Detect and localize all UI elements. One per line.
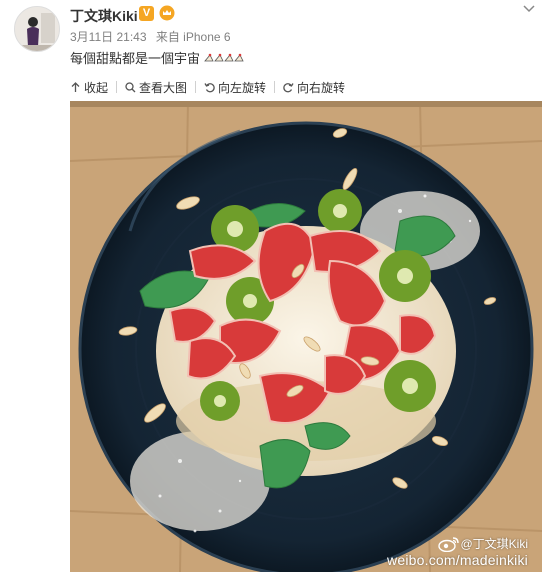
rotate-right-label: 向右旋转 bbox=[297, 80, 346, 95]
divider bbox=[116, 81, 118, 93]
cake-emoji-icons bbox=[203, 52, 244, 67]
rotate-left-icon bbox=[204, 82, 215, 92]
image-toolbar: 收起 查看大图 向左旋转 向右旋转 bbox=[70, 78, 345, 96]
post-date[interactable]: 3月11日 21:43 bbox=[70, 30, 147, 44]
rotate-right-button[interactable]: 向右旋转 bbox=[283, 79, 345, 96]
divider bbox=[195, 81, 197, 93]
collapse-label: 收起 bbox=[84, 80, 109, 95]
avatar[interactable] bbox=[14, 6, 60, 52]
view-large-label: 查看大图 bbox=[139, 80, 188, 95]
view-large-button[interactable]: 查看大图 bbox=[125, 79, 187, 96]
post-text: 每個甜點都是一個宇宙 bbox=[70, 48, 244, 67]
post-photo[interactable]: @丁文琪Kiki weibo.com/madeinkiki bbox=[70, 101, 542, 572]
watermark-handle: @丁文琪Kiki bbox=[460, 537, 528, 551]
post-source[interactable]: 来自 iPhone 6 bbox=[156, 30, 231, 44]
post-meta: 3月11日 21:43 来自 iPhone 6 bbox=[70, 28, 237, 45]
post-header: 丁文琪Kiki V 3月11日 21:43 来自 iPhone 6 每個甜點都是… bbox=[0, 0, 550, 70]
rotate-left-label: 向左旋转 bbox=[218, 80, 267, 95]
rotate-right-icon bbox=[283, 82, 294, 92]
collapse-button[interactable]: 收起 bbox=[70, 79, 108, 96]
weibo-logo-icon bbox=[438, 536, 460, 552]
chevron-down-icon[interactable] bbox=[522, 2, 536, 16]
dessert-photo bbox=[70, 101, 542, 572]
search-icon bbox=[125, 81, 136, 92]
watermark: @丁文琪Kiki weibo.com/madeinkiki bbox=[387, 535, 528, 568]
verified-badge-icon: V bbox=[139, 6, 154, 21]
post-body: 每個甜點都是一個宇宙 bbox=[70, 51, 201, 66]
arrow-up-icon bbox=[71, 81, 80, 92]
author-name[interactable]: 丁文琪Kiki bbox=[70, 6, 138, 26]
divider bbox=[274, 81, 276, 93]
watermark-url: weibo.com/madeinkiki bbox=[387, 552, 528, 568]
member-crown-icon bbox=[159, 5, 175, 21]
rotate-left-button[interactable]: 向左旋转 bbox=[204, 79, 266, 96]
